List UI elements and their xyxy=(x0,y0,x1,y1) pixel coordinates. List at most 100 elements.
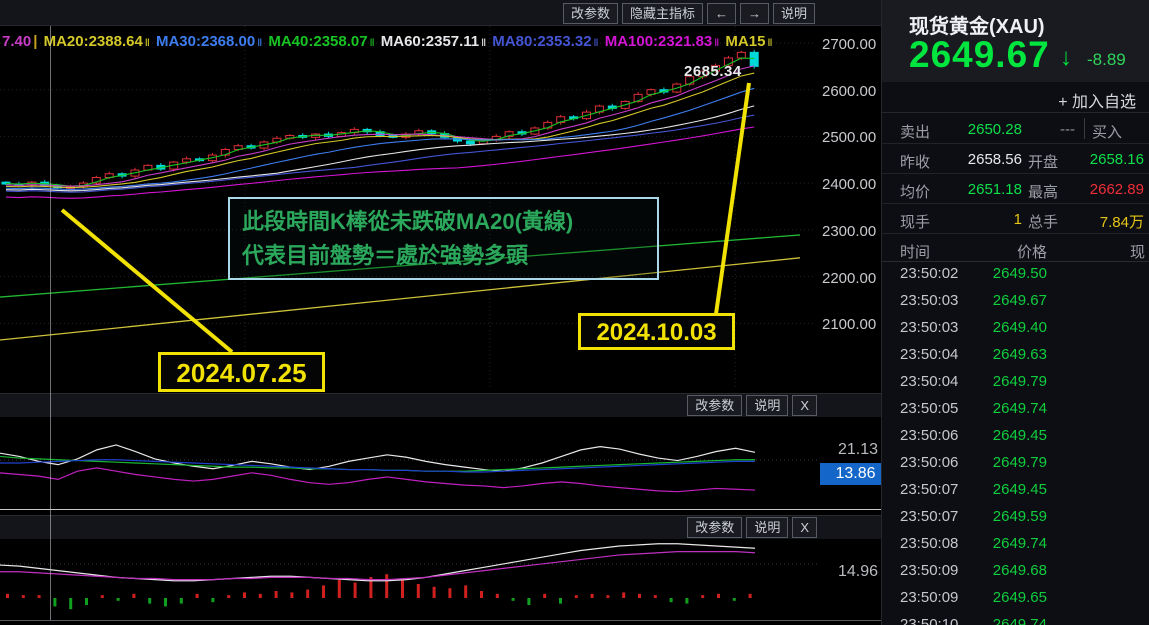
ma-label-1: MA30:2368.00 xyxy=(151,33,256,50)
indicator-panel-1[interactable] xyxy=(0,416,818,508)
tick-row-4[interactable]: 23:50:04 2649.79 xyxy=(882,368,1149,395)
tick-price: 2649.74 xyxy=(992,535,1047,552)
tick-row-8[interactable]: 23:50:07 2649.45 xyxy=(882,476,1149,503)
panel-separator xyxy=(0,509,881,510)
buy-label: 买入 xyxy=(1092,124,1123,141)
tick-price: 2649.59 xyxy=(992,508,1047,525)
quote-divider xyxy=(1084,118,1085,139)
toolbar-button-隐藏主指标[interactable]: 隐藏主指标 xyxy=(621,3,703,24)
tick-row-3[interactable]: 23:50:04 2649.63 xyxy=(882,341,1149,368)
tick-row-7[interactable]: 23:50:06 2649.79 xyxy=(882,449,1149,476)
tick-price: 2649.74 xyxy=(992,400,1047,417)
tick-price: 2649.45 xyxy=(992,481,1047,498)
quote-panel: 现货黄金(XAU) 2649.67 ↓ -8.89 + 加入自选 卖出 2650… xyxy=(881,0,1149,625)
toolbar-button-改参数[interactable]: 改参数 xyxy=(562,3,618,24)
y-axis-label-2400.00: 2400.00 xyxy=(822,176,877,194)
tick-price: 2649.45 xyxy=(992,427,1047,444)
ma-tick-1: ‖ xyxy=(257,38,263,49)
ma-tick-4: ‖ xyxy=(593,38,599,49)
quote-value: 2658.56 xyxy=(967,151,1022,168)
add-watchlist-button[interactable]: + 加入自选 xyxy=(882,82,1149,113)
indicator-panel-2[interactable] xyxy=(0,538,818,620)
tick-row-1[interactable]: 23:50:03 2649.67 xyxy=(882,287,1149,314)
panel2-button-说明[interactable]: 说明 xyxy=(746,517,789,538)
ma-tick-0: ‖ xyxy=(144,38,150,49)
last-price: 2649.67 xyxy=(909,34,1050,75)
quote-row-2: 现手 1 总手 7.84万 xyxy=(882,204,1149,234)
ma-tick-5: ‖ xyxy=(714,38,720,49)
toolbar-button-说明[interactable]: 说明 xyxy=(772,3,815,24)
tick-price: 2649.74 xyxy=(992,616,1047,625)
panel1-button-改参数[interactable]: 改参数 xyxy=(687,395,743,416)
y-axis-label-2500.00: 2500.00 xyxy=(822,129,877,147)
tick-price: 2649.67 xyxy=(992,292,1047,309)
panel-1-value: 21.13 xyxy=(837,441,878,458)
symbol-card: 现货黄金(XAU) 2649.67 ↓ -8.89 xyxy=(882,0,1149,82)
y-axis-label-2700.00: 2700.00 xyxy=(822,36,877,53)
tick-table-header: 时间 价格 现 xyxy=(882,236,1149,262)
tick-row-9[interactable]: 23:50:07 2649.59 xyxy=(882,503,1149,530)
quote-row-sell-buy: 卖出 2650.28 --- 买入 xyxy=(882,114,1149,144)
ma-partial-value: 7.40 xyxy=(2,33,32,50)
bottom-border xyxy=(0,620,881,621)
tick-row-11[interactable]: 23:50:09 2649.68 xyxy=(882,557,1149,584)
annotation-line-1: 此段時間K棒從未跌破MA20(黃線) xyxy=(242,209,574,234)
ma-label-2: MA40:2358.07 xyxy=(264,33,368,50)
ma-tick-2: ‖ xyxy=(369,38,375,49)
date-label-2024-10-03: 2024.10.03 xyxy=(578,313,735,350)
quote-row-1: 均价 2651.18 最高 2662.89 xyxy=(882,174,1149,204)
tick-row-12[interactable]: 23:50:09 2649.65 xyxy=(882,584,1149,611)
panel1-button-X[interactable]: X xyxy=(792,395,817,416)
tick-row-6[interactable]: 23:50:06 2649.45 xyxy=(882,422,1149,449)
toolbar-button-→[interactable]: → xyxy=(739,3,769,24)
y-axis-label-2100.00: 2100.00 xyxy=(822,316,877,334)
ma-label-6: MA15 xyxy=(721,33,766,50)
main-toolbar-buttons: 改参数 隐藏主指标 ← → 说明 xyxy=(562,3,815,24)
col-volume: 现 xyxy=(1130,244,1146,261)
tick-price: 2649.40 xyxy=(992,319,1047,336)
date-label-2024-07-25: 2024.07.25 xyxy=(158,352,325,392)
ma-label-0: MA20:2388.64 xyxy=(39,33,143,50)
panel1-button-说明[interactable]: 说明 xyxy=(746,395,789,416)
col-time: 时间 xyxy=(900,244,931,261)
tick-table-rows[interactable]: 23:50:02 2649.50 23:50:03 2649.67 23:50:03 26… xyxy=(882,260,1149,625)
y-axis-label-2300.00: 2300.00 xyxy=(822,222,877,240)
tick-price: 2649.79 xyxy=(992,454,1047,471)
analysis-annotation-box: 此段時間K棒從未跌破MA20(黃線) 代表目前盤勢＝處於強勢多頭 xyxy=(228,197,659,280)
panel-2-value: 14.96 xyxy=(837,563,878,580)
annotation-line-2: 代表目前盤勢＝處於強勢多頭 xyxy=(242,243,529,268)
y-axis-label-2200.00: 2200.00 xyxy=(822,269,877,287)
panel-1-current-value-tag: 13.86 xyxy=(820,463,881,485)
quote-value: 2658.16 xyxy=(1089,151,1144,168)
dashes: --- xyxy=(1060,121,1075,138)
panel2-button-X[interactable]: X xyxy=(792,517,817,538)
chart-column: 改参数 隐藏主指标 ← → 说明 7.40 | MA20:2388.64 ‖ MA30:23… xyxy=(0,0,881,625)
ma-tick-6: ‖ xyxy=(767,38,773,49)
tick-price: 2649.63 xyxy=(992,346,1047,363)
ma-label-4: MA80:2353.32 xyxy=(488,33,592,50)
toolbar-button-←[interactable]: ← xyxy=(706,3,736,24)
tick-row-5[interactable]: 23:50:05 2649.74 xyxy=(882,395,1149,422)
quote-label: 昨收 xyxy=(900,154,931,171)
price-down-arrow-icon: ↓ xyxy=(1060,44,1072,71)
crosshair-vertical-line xyxy=(50,26,51,620)
price-y-axis: 2700.00 2600.00 2500.00 2400.00 2300.00 2200.… xyxy=(820,0,880,390)
quote-row-0: 昨收 2658.56 开盘 2658.16 xyxy=(882,144,1149,174)
tick-row-10[interactable]: 23:50:08 2649.74 xyxy=(882,530,1149,557)
tick-price: 2649.79 xyxy=(992,373,1047,390)
quote-value: 2662.89 xyxy=(1089,181,1144,198)
panel-1-buttons: 改参数 说明 X xyxy=(687,395,817,416)
tick-row-13[interactable]: 23:50:10 2649.74 xyxy=(882,611,1149,625)
quote-label: 均价 xyxy=(900,184,931,201)
col-price: 价格 xyxy=(1016,244,1047,261)
price-change: -8.89 xyxy=(1087,50,1126,69)
sell-label: 卖出 xyxy=(900,124,931,141)
tick-price: 2649.68 xyxy=(992,562,1047,579)
tick-price: 2649.65 xyxy=(992,589,1047,606)
panel2-button-改参数[interactable]: 改参数 xyxy=(687,517,743,538)
panel-2-buttons: 改参数 说明 X xyxy=(687,517,817,538)
quote-label: 现手 xyxy=(900,214,931,231)
peak-price-label: 2685.34 xyxy=(684,63,742,80)
tick-row-2[interactable]: 23:50:03 2649.40 xyxy=(882,314,1149,341)
tick-row-0[interactable]: 23:50:02 2649.50 xyxy=(882,260,1149,287)
